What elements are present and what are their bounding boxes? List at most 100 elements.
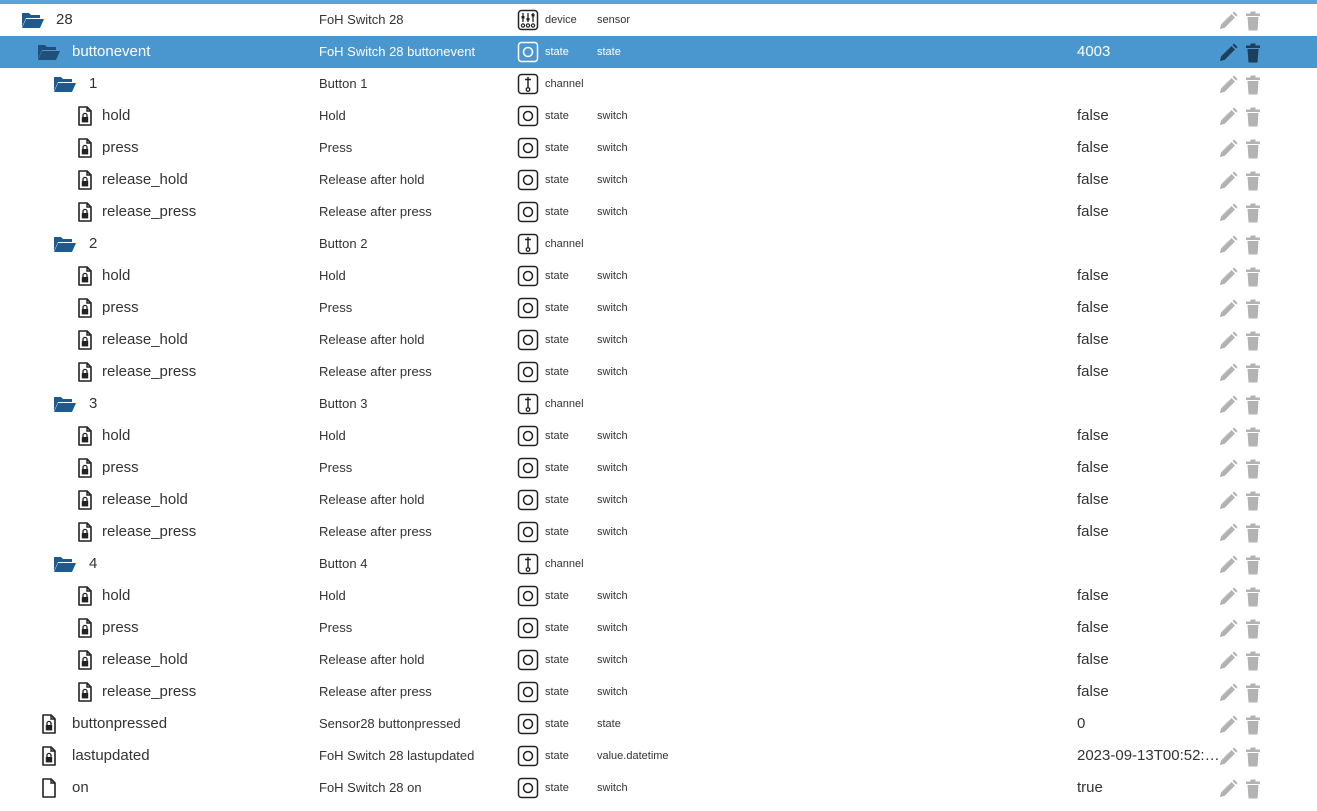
file-lock-icon[interactable]: [36, 708, 62, 740]
object-id[interactable]: on: [72, 772, 89, 804]
folder-open-icon[interactable]: [20, 4, 46, 36]
trash-icon[interactable]: [1244, 427, 1262, 447]
pencil-icon[interactable]: [1217, 427, 1239, 447]
pencil-icon[interactable]: [1217, 747, 1239, 767]
trash-icon[interactable]: [1244, 651, 1262, 671]
file-icon[interactable]: [36, 772, 62, 804]
trash-icon[interactable]: [1244, 715, 1262, 735]
trash-icon[interactable]: [1244, 331, 1262, 351]
object-id[interactable]: release_press: [102, 676, 196, 708]
tree-row[interactable]: buttonevent FoH Switch 28 buttonevent stat…: [0, 36, 1317, 68]
trash-icon[interactable]: [1244, 267, 1262, 287]
object-value[interactable]: false: [1077, 260, 1220, 292]
object-value[interactable]: false: [1077, 356, 1220, 388]
tree-row[interactable]: press Press state switch false: [0, 452, 1317, 484]
pencil-icon[interactable]: [1217, 491, 1239, 511]
trash-icon[interactable]: [1244, 619, 1262, 639]
pencil-icon[interactable]: [1217, 75, 1239, 95]
object-value[interactable]: false: [1077, 100, 1220, 132]
pencil-icon[interactable]: [1217, 587, 1239, 607]
object-value[interactable]: true: [1077, 772, 1220, 804]
tree-row[interactable]: press Press state switch false: [0, 612, 1317, 644]
object-id[interactable]: press: [102, 292, 139, 324]
pencil-icon[interactable]: [1217, 395, 1239, 415]
file-lock-icon[interactable]: [72, 644, 98, 676]
tree-row[interactable]: release_hold Release after hold state switc…: [0, 484, 1317, 516]
pencil-icon[interactable]: [1217, 555, 1239, 575]
object-id[interactable]: buttonpressed: [72, 708, 167, 740]
object-value[interactable]: false: [1077, 484, 1220, 516]
tree-row[interactable]: on FoH Switch 28 on state switch true: [0, 772, 1317, 804]
tree-row[interactable]: release_hold Release after hold state switc…: [0, 164, 1317, 196]
pencil-icon[interactable]: [1217, 331, 1239, 351]
trash-icon[interactable]: [1244, 779, 1262, 799]
trash-icon[interactable]: [1244, 491, 1262, 511]
tree-row[interactable]: press Press state switch false: [0, 292, 1317, 324]
folder-open-icon[interactable]: [36, 36, 62, 68]
object-value[interactable]: false: [1077, 292, 1220, 324]
trash-icon[interactable]: [1244, 75, 1262, 95]
trash-icon[interactable]: [1244, 587, 1262, 607]
tree-row[interactable]: hold Hold state switch false: [0, 580, 1317, 612]
tree-row[interactable]: release_press Release after press state swi…: [0, 676, 1317, 708]
pencil-icon[interactable]: [1217, 779, 1239, 799]
file-lock-icon[interactable]: [72, 356, 98, 388]
trash-icon[interactable]: [1244, 523, 1262, 543]
trash-icon[interactable]: [1244, 107, 1262, 127]
pencil-icon[interactable]: [1217, 171, 1239, 191]
object-value[interactable]: 2023-09-13T00:52:31.143: [1077, 740, 1220, 772]
object-value[interactable]: false: [1077, 324, 1220, 356]
folder-open-icon[interactable]: [52, 68, 78, 100]
object-id[interactable]: release_press: [102, 356, 196, 388]
trash-icon[interactable]: [1244, 363, 1262, 383]
object-value[interactable]: false: [1077, 612, 1220, 644]
pencil-icon[interactable]: [1217, 363, 1239, 383]
file-lock-icon[interactable]: [72, 164, 98, 196]
object-id[interactable]: release_press: [102, 516, 196, 548]
tree-row[interactable]: release_hold Release after hold state switc…: [0, 644, 1317, 676]
object-id[interactable]: press: [102, 612, 139, 644]
folder-open-icon[interactable]: [52, 548, 78, 580]
tree-row[interactable]: hold Hold state switch false: [0, 260, 1317, 292]
object-value[interactable]: false: [1077, 580, 1220, 612]
tree-row[interactable]: buttonpressed Sensor28 buttonpressed state…: [0, 708, 1317, 740]
file-lock-icon[interactable]: [72, 100, 98, 132]
tree-row[interactable]: 28 FoH Switch 28 device sensor: [0, 4, 1317, 36]
object-id[interactable]: buttonevent: [72, 36, 150, 68]
file-lock-icon[interactable]: [72, 452, 98, 484]
object-value[interactable]: false: [1077, 132, 1220, 164]
trash-icon[interactable]: [1244, 395, 1262, 415]
file-lock-icon[interactable]: [72, 484, 98, 516]
object-id[interactable]: 1: [89, 68, 97, 100]
file-lock-icon[interactable]: [72, 292, 98, 324]
tree-row[interactable]: release_press Release after press state swi…: [0, 196, 1317, 228]
trash-icon[interactable]: [1244, 11, 1262, 31]
object-id[interactable]: hold: [102, 100, 130, 132]
object-value[interactable]: false: [1077, 164, 1220, 196]
pencil-icon[interactable]: [1217, 203, 1239, 223]
pencil-icon[interactable]: [1217, 651, 1239, 671]
file-lock-icon[interactable]: [72, 420, 98, 452]
trash-icon[interactable]: [1244, 683, 1262, 703]
object-id[interactable]: 28: [56, 4, 73, 36]
pencil-icon[interactable]: [1217, 43, 1239, 63]
tree-row[interactable]: release_hold Release after hold state switc…: [0, 324, 1317, 356]
pencil-icon[interactable]: [1217, 107, 1239, 127]
object-id[interactable]: release_hold: [102, 164, 188, 196]
pencil-icon[interactable]: [1217, 299, 1239, 319]
trash-icon[interactable]: [1244, 139, 1262, 159]
object-value[interactable]: false: [1077, 452, 1220, 484]
object-value[interactable]: false: [1077, 516, 1220, 548]
object-id[interactable]: press: [102, 452, 139, 484]
file-lock-icon[interactable]: [72, 196, 98, 228]
object-id[interactable]: 3: [89, 388, 97, 420]
object-id[interactable]: release_hold: [102, 484, 188, 516]
object-id[interactable]: release_hold: [102, 324, 188, 356]
file-lock-icon[interactable]: [72, 260, 98, 292]
file-lock-icon[interactable]: [72, 132, 98, 164]
tree-row[interactable]: 4 Button 4 channel: [0, 548, 1317, 580]
object-value[interactable]: false: [1077, 196, 1220, 228]
object-id[interactable]: 4: [89, 548, 97, 580]
trash-icon[interactable]: [1244, 43, 1262, 63]
object-id[interactable]: release_hold: [102, 644, 188, 676]
